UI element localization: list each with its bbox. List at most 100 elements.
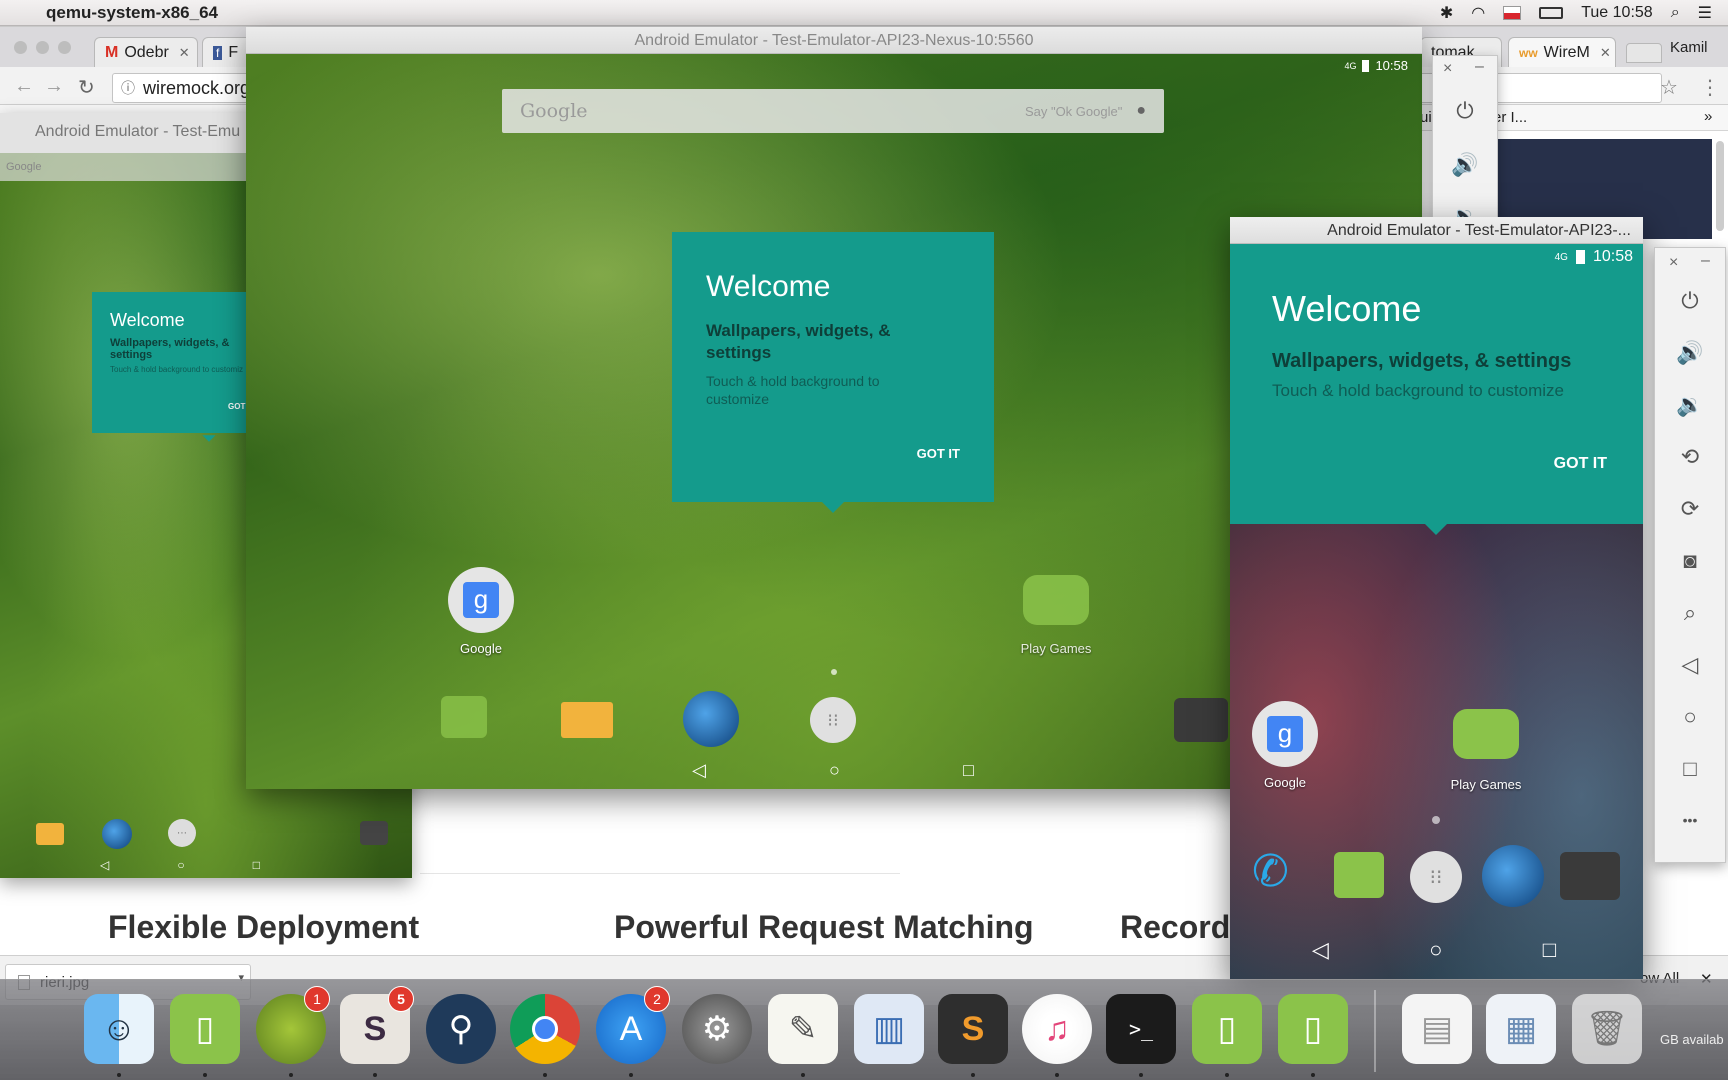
email-app-icon[interactable] bbox=[561, 702, 613, 738]
new-tab-button[interactable] bbox=[1626, 43, 1662, 63]
recents-nav-icon[interactable]: □ bbox=[1543, 937, 1556, 963]
volume-down-icon[interactable]: 🔉 bbox=[1655, 392, 1725, 418]
running-indicator bbox=[203, 1073, 207, 1077]
browser-app-icon[interactable] bbox=[683, 691, 739, 747]
finder-icon[interactable]: ☺ bbox=[84, 994, 154, 1064]
battery-icon[interactable] bbox=[1539, 6, 1564, 19]
back-icon[interactable]: ◁ bbox=[1655, 652, 1725, 678]
got-it-button[interactable]: GOT bbox=[228, 402, 245, 411]
app-store-icon[interactable]: A 2 bbox=[596, 986, 670, 1064]
forward-arrow-icon[interactable]: → bbox=[44, 75, 64, 98]
power-icon[interactable]: ⏻ bbox=[1433, 98, 1497, 124]
chrome-icon[interactable] bbox=[510, 994, 580, 1064]
close-controls-button[interactable]: × bbox=[1443, 60, 1452, 78]
page-scrollbar[interactable] bbox=[1716, 141, 1724, 231]
reload-icon[interactable]: ↻ bbox=[78, 75, 95, 100]
email-app-icon[interactable] bbox=[36, 823, 64, 845]
bookmark-star-icon[interactable]: ☆ bbox=[1660, 75, 1678, 100]
keynote-icon[interactable]: ▥ bbox=[854, 994, 924, 1064]
phone-app-icon[interactable]: ✆ bbox=[1252, 846, 1289, 897]
play-games-app[interactable]: Play Games bbox=[1436, 709, 1536, 792]
app-drawer-icon[interactable]: ⋯ bbox=[168, 819, 196, 847]
bluetooth-icon[interactable]: ✱ bbox=[1440, 3, 1453, 23]
home-nav-icon[interactable]: ○ bbox=[177, 858, 184, 872]
home-icon[interactable]: ○ bbox=[1655, 704, 1725, 730]
profile-name[interactable]: Kamil bbox=[1670, 39, 1708, 56]
google-search-bar[interactable]: Google Say "Ok Google" ● bbox=[502, 89, 1164, 133]
google-app[interactable]: g Google bbox=[436, 567, 526, 656]
sublime-text-icon[interactable]: S bbox=[938, 994, 1008, 1064]
menubar-clock[interactable]: Tue 10:58 bbox=[1581, 4, 1652, 22]
android-emulator-dock-icon[interactable]: ▯ bbox=[1192, 994, 1262, 1064]
got-it-button[interactable]: GOT IT bbox=[917, 446, 960, 461]
back-nav-icon[interactable]: ◁ bbox=[100, 858, 109, 872]
home-nav-icon[interactable]: ○ bbox=[1429, 937, 1442, 963]
camera-app-icon[interactable] bbox=[1174, 698, 1228, 742]
google-app[interactable]: g Google bbox=[1240, 701, 1330, 790]
close-controls-button[interactable]: × bbox=[1669, 254, 1678, 272]
tab-wiremock[interactable]: ww WireM ✕ bbox=[1508, 37, 1616, 67]
window-title[interactable]: Android Emulator - Test-Emulator-API23-.… bbox=[1230, 217, 1643, 244]
page-indicator bbox=[1432, 816, 1440, 824]
zoom-icon[interactable]: ⌕ bbox=[1655, 600, 1725, 626]
status-clock: 10:58 bbox=[1592, 248, 1633, 265]
more-options-icon[interactable]: ••• bbox=[1655, 812, 1725, 828]
recents-nav-icon[interactable]: □ bbox=[253, 858, 260, 872]
camera-app-icon[interactable] bbox=[1560, 852, 1620, 900]
camera-screenshot-icon[interactable]: ◙ bbox=[1655, 548, 1725, 574]
android-emulator-dock-icon[interactable]: ▯ bbox=[1278, 994, 1348, 1064]
volume-up-icon[interactable]: 🔊 bbox=[1655, 340, 1725, 366]
terminal-icon[interactable]: >_ bbox=[1106, 994, 1176, 1064]
app-drawer-icon[interactable]: ⁝⁝ bbox=[810, 697, 856, 743]
wifi-icon[interactable]: ◠ bbox=[1471, 3, 1485, 23]
recents-nav-icon[interactable]: □ bbox=[963, 760, 974, 781]
messenger-app-icon[interactable] bbox=[441, 696, 487, 738]
android-emulator-dock-icon[interactable]: ▯ bbox=[170, 994, 240, 1064]
browser-app-icon[interactable] bbox=[102, 819, 132, 849]
trash-icon[interactable]: 🗑 bbox=[1572, 994, 1642, 1064]
active-app-name[interactable]: qemu-system-x86_64 bbox=[46, 3, 218, 23]
battery-icon bbox=[1362, 59, 1370, 72]
rotate-left-icon[interactable]: ⟲ bbox=[1655, 444, 1725, 470]
zoom-window-button[interactable] bbox=[58, 41, 71, 54]
document-icon[interactable]: ▤ bbox=[1402, 994, 1472, 1064]
messenger-app-icon[interactable] bbox=[1334, 852, 1384, 898]
itunes-icon[interactable]: ♫ bbox=[1022, 994, 1092, 1064]
play-games-app[interactable]: Play Games bbox=[1006, 567, 1106, 656]
downloads-folder-icon[interactable]: ▦ bbox=[1486, 994, 1556, 1064]
close-window-button[interactable] bbox=[14, 41, 27, 54]
app-drawer-icon[interactable]: ⁝⁝ bbox=[1410, 851, 1462, 903]
minimize-window-button[interactable] bbox=[36, 41, 49, 54]
sourcetree-icon[interactable]: ⚲ bbox=[426, 994, 496, 1064]
back-arrow-icon[interactable]: ← bbox=[14, 75, 34, 98]
overview-icon[interactable]: □ bbox=[1655, 756, 1725, 782]
app-label: Google bbox=[1264, 775, 1306, 790]
tab-close-icon[interactable]: ✕ bbox=[179, 45, 190, 61]
flag-icon[interactable] bbox=[1503, 5, 1522, 20]
window-title[interactable]: Android Emulator - Test-Emulator-API23-N… bbox=[246, 27, 1422, 54]
info-icon[interactable]: ⓘ bbox=[121, 74, 135, 102]
slack-icon[interactable]: S 5 bbox=[340, 986, 414, 1064]
rotate-right-icon[interactable]: ⟳ bbox=[1655, 496, 1725, 522]
home-nav-icon[interactable]: ○ bbox=[829, 760, 840, 781]
tab-gmail[interactable]: M Odebr ✕ bbox=[94, 37, 198, 67]
camera-app-icon[interactable] bbox=[360, 821, 388, 845]
bookmarks-overflow-icon[interactable]: » bbox=[1704, 108, 1712, 125]
got-it-button[interactable]: GOT IT bbox=[1554, 455, 1607, 473]
welcome-subtitle: Wallpapers, widgets, & settings bbox=[706, 321, 891, 362]
spotlight-search-icon[interactable]: ⌕ bbox=[1671, 4, 1680, 22]
back-nav-icon[interactable]: ◁ bbox=[692, 760, 706, 781]
minimize-controls-button[interactable]: – bbox=[1701, 252, 1710, 270]
system-preferences-icon[interactable]: ⚙ bbox=[682, 994, 752, 1064]
back-nav-icon[interactable]: ◁ bbox=[1312, 937, 1329, 963]
notification-center-icon[interactable]: ☰ bbox=[1698, 3, 1712, 23]
chrome-menu-icon[interactable]: ⋮ bbox=[1700, 75, 1720, 100]
minimize-controls-button[interactable]: – bbox=[1475, 58, 1484, 76]
browser-app-icon[interactable] bbox=[1482, 845, 1544, 907]
textedit-icon[interactable]: ✎ bbox=[768, 994, 838, 1064]
volume-up-icon[interactable]: 🔊 bbox=[1433, 152, 1497, 178]
microphone-icon[interactable]: ● bbox=[1136, 102, 1146, 120]
tab-close-icon[interactable]: ✕ bbox=[1600, 45, 1611, 61]
android-studio-icon[interactable]: 1 bbox=[256, 986, 330, 1064]
power-icon[interactable]: ⏻ bbox=[1655, 288, 1725, 314]
